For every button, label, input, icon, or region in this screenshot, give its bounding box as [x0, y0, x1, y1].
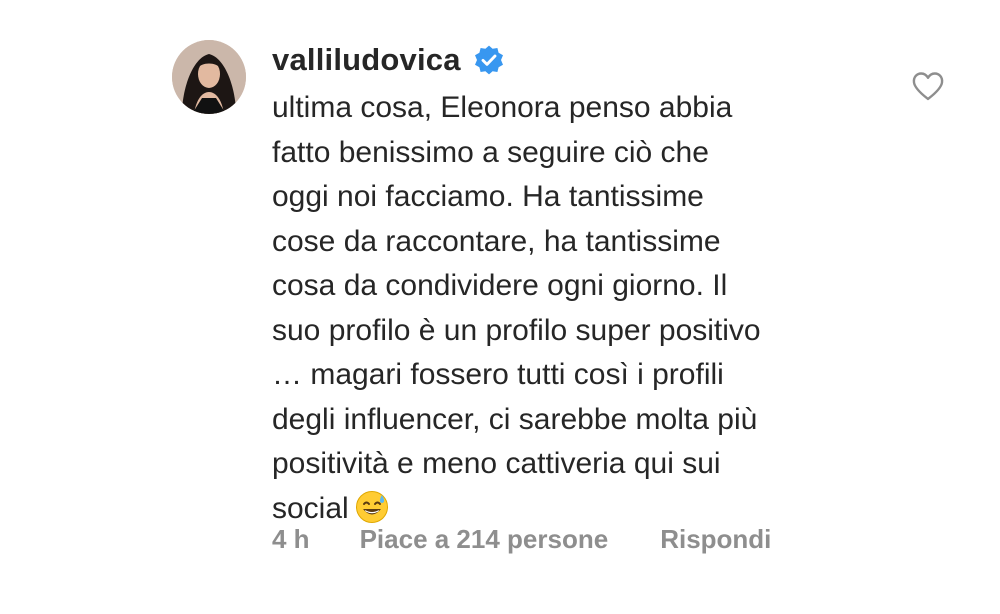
sweat-smile-emoji [355, 490, 389, 524]
comment-header: valliludovica [272, 38, 892, 82]
reply-button[interactable]: Rispondi [660, 524, 771, 555]
comment-timestamp[interactable]: 4 h [272, 524, 310, 555]
comment-meta: 4 h Piace a 214 persone Rispondi [272, 524, 771, 555]
comment-text: ultima cosa, Eleonora penso abbia fatto … [272, 86, 892, 531]
avatar-image [172, 40, 246, 114]
heart-outline-icon[interactable] [911, 70, 945, 102]
comment-text-content: ultima cosa, Eleonora penso abbia fatto … [272, 91, 761, 525]
avatar[interactable] [172, 40, 246, 114]
verified-badge-icon [473, 44, 505, 76]
comment-body: valliludovica ultima cosa, Eleonora pens… [272, 38, 892, 531]
comment: valliludovica ultima cosa, Eleonora pens… [0, 0, 1000, 614]
likes-count-button[interactable]: Piace a 214 persone [360, 524, 609, 555]
username-link[interactable]: valliludovica [272, 42, 461, 78]
